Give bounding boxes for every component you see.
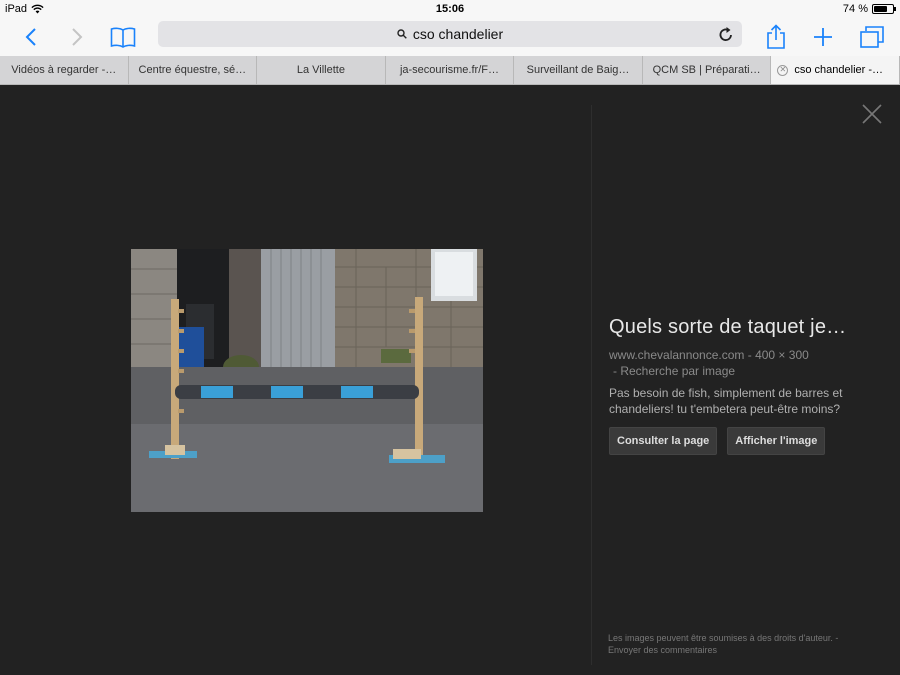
book-icon — [110, 27, 136, 48]
tab-ja-secourisme[interactable]: ja-secourisme.fr/F… — [386, 56, 515, 84]
visit-page-button[interactable]: Consulter la page — [609, 427, 718, 455]
battery-icon — [872, 4, 896, 14]
address-bar[interactable]: cso chandelier — [158, 21, 742, 47]
result-meta: www.chevalannonce.com - 400 × 300 - Rech… — [609, 347, 879, 379]
forward-button[interactable] — [66, 22, 88, 52]
plus-icon — [814, 28, 832, 46]
tab-centre-equestre[interactable]: Centre équestre, sé… — [129, 56, 258, 84]
bookmarks-button[interactable] — [108, 22, 138, 52]
result-panel: Quels sorte de taquet je… www.chevalanno… — [609, 316, 879, 455]
result-title[interactable]: Quels sorte de taquet je… — [609, 316, 879, 339]
result-description: Pas besoin de fish, simplement de barres… — [609, 386, 843, 416]
new-tab-button[interactable] — [810, 22, 836, 52]
result-domain[interactable]: www.chevalannonce.com — [609, 348, 744, 362]
tabs-overview-button[interactable] — [858, 22, 886, 52]
result-size: - 400 × 300 — [747, 348, 809, 362]
tab-qcm-sb[interactable]: QCM SB | Préparati… — [643, 56, 772, 84]
back-button[interactable] — [20, 22, 42, 52]
clock: 15:06 — [435, 3, 465, 15]
chevron-right-icon — [72, 28, 83, 46]
tab-videos[interactable]: Vidéos à regarder -… — [0, 56, 129, 84]
search-icon — [397, 29, 407, 39]
close-icon[interactable] — [860, 102, 884, 126]
copyright-notice: Les images peuvent être soumises à des d… — [608, 632, 848, 656]
view-image-button[interactable]: Afficher l'image — [727, 427, 826, 455]
panel-divider — [591, 105, 592, 665]
share-icon — [767, 24, 785, 49]
search-by-image-link[interactable]: - Recherche par image — [609, 364, 735, 378]
reload-icon[interactable] — [718, 25, 734, 43]
address-text: cso chandelier — [412, 26, 504, 42]
battery-percent: 74 % — [842, 3, 868, 15]
tab-bar: Vidéos à regarder -… Centre équestre, sé… — [0, 56, 900, 85]
rights-text: Les images peuvent être soumises à des d… — [608, 633, 833, 643]
tab-la-villette[interactable]: La Villette — [257, 56, 386, 84]
tabs-icon — [860, 26, 884, 48]
share-button[interactable] — [764, 22, 788, 52]
browser-toolbar: cso chandelier — [0, 18, 900, 56]
tab-surveillant[interactable]: Surveillant de Baig… — [514, 56, 643, 84]
tab-close-icon[interactable]: ✕ — [777, 64, 789, 76]
result-image[interactable] — [131, 249, 483, 512]
tab-cso-chandelier[interactable]: ✕ cso chandelier -… — [771, 56, 900, 84]
chevron-left-icon — [25, 28, 36, 46]
status-bar: iPad 15:06 74 % — [0, 0, 900, 18]
